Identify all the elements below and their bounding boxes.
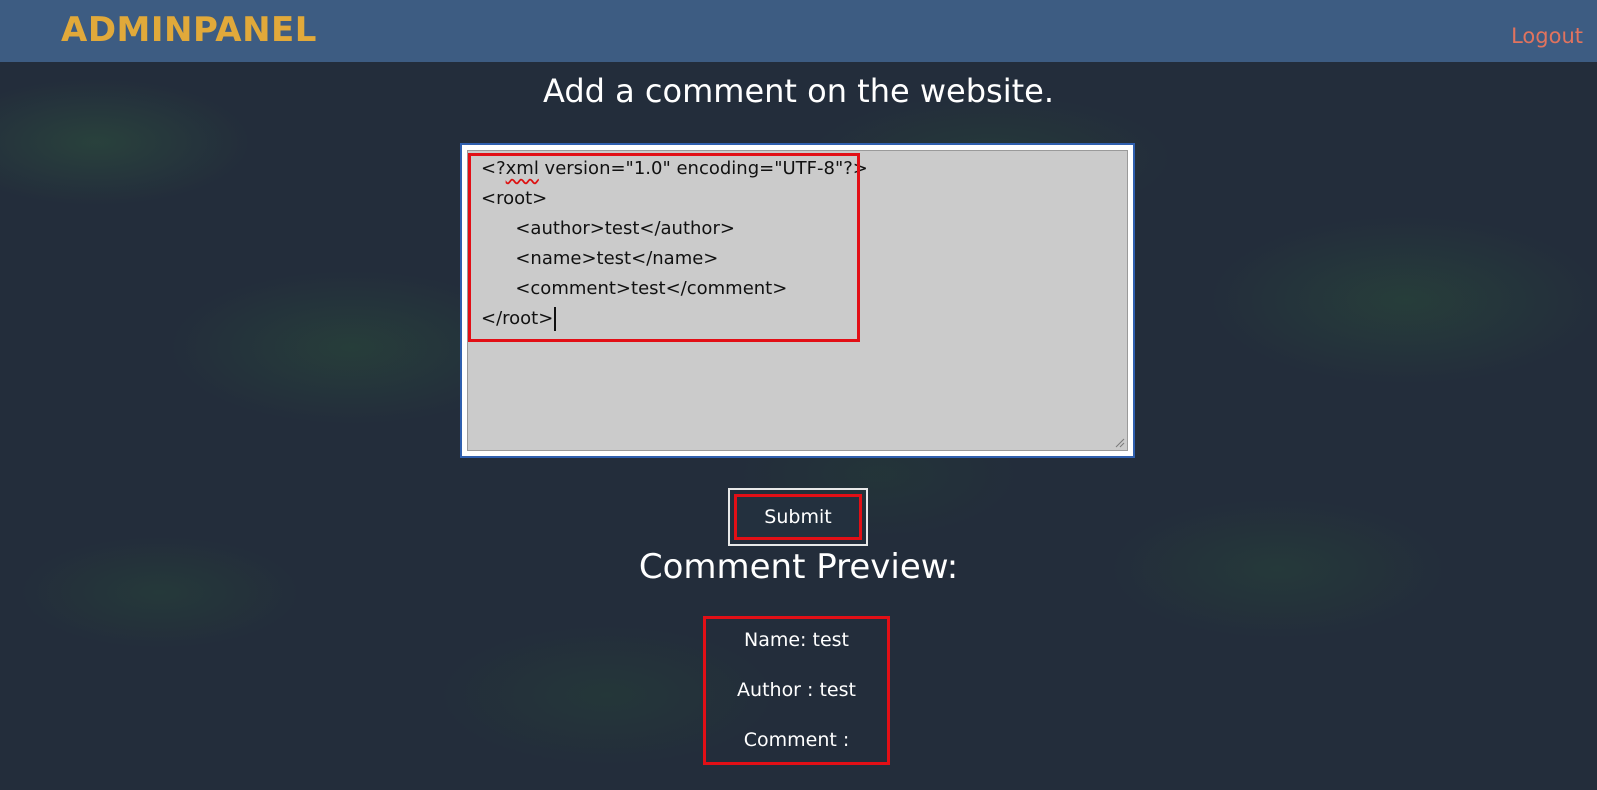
editor-line-3: <author>test</author>	[481, 218, 735, 239]
editor-line-4: <name>test</name>	[481, 248, 719, 269]
top-navbar: ADMINPANEL Logout	[0, 0, 1597, 62]
editor-line-5: <comment>test</comment>	[481, 278, 788, 299]
xml-editor-frame: <?xml version="1.0" encoding="UTF-8"?> <r…	[460, 143, 1135, 458]
page-title: Add a comment on the website.	[543, 72, 1054, 110]
editor-line-1: <?xml version="1.0" encoding="UTF-8"?>	[481, 154, 1114, 184]
editor-line-6-text: </root>	[481, 308, 554, 329]
xml-decl-rest: version="1.0" encoding="UTF-8"?>	[538, 158, 868, 179]
preview-author: Author : test	[737, 679, 856, 701]
preview-comment: Comment :	[743, 729, 850, 751]
resize-grip-icon[interactable]	[1113, 436, 1125, 448]
preview-name: Name: test	[744, 629, 849, 651]
editor-line-2: <root>	[481, 188, 548, 209]
xml-comment-textarea[interactable]: <?xml version="1.0" encoding="UTF-8"?> <r…	[467, 150, 1128, 451]
submit-button[interactable]: Submit	[734, 494, 862, 540]
spellcheck-word: xml	[505, 158, 539, 179]
comment-preview-box: Name: test Author : test Comment :	[703, 616, 890, 765]
brand-logo-text[interactable]: ADMINPANEL	[61, 10, 317, 50]
text-caret	[554, 307, 557, 331]
editor-line-6: </root>	[481, 304, 1114, 334]
submit-button-frame: Submit	[728, 488, 868, 546]
logout-link[interactable]: Logout	[1511, 24, 1583, 48]
xml-decl-open: <?	[481, 158, 506, 179]
preview-title: Comment Preview:	[638, 547, 959, 587]
